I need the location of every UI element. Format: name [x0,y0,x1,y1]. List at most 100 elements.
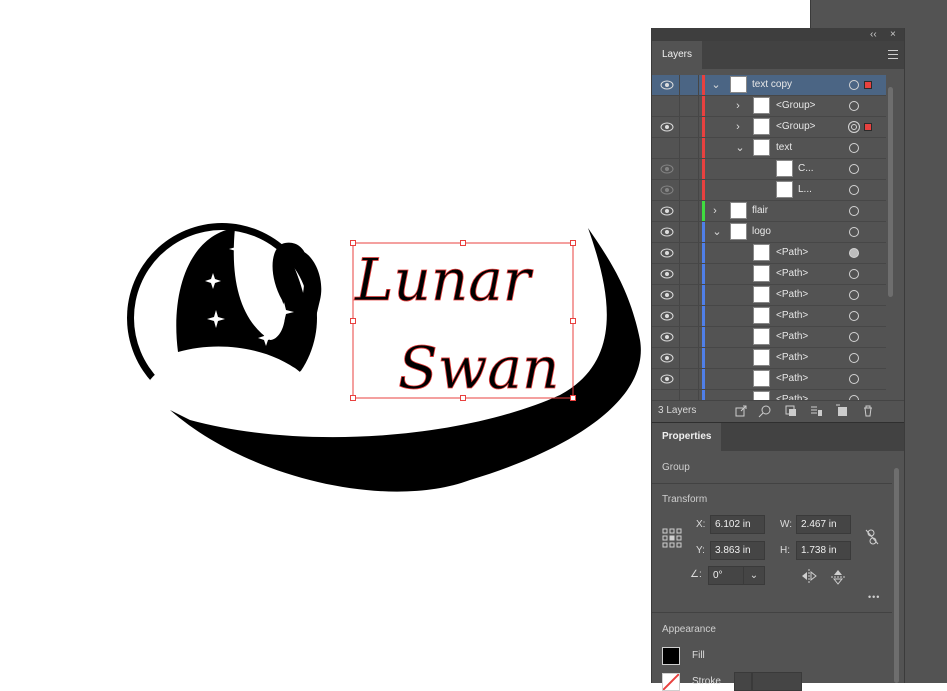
layer-row-text[interactable]: ⌄ text [652,138,886,159]
tab-properties[interactable]: Properties [652,423,722,451]
layer-row-path[interactable]: <Path> [652,369,886,390]
target-circle-icon[interactable] [849,101,859,111]
layer-name[interactable]: <Path> [776,369,808,389]
stroke-weight-field[interactable] [752,672,802,691]
target-circle-icon[interactable] [849,290,859,300]
layer-row-text-copy[interactable]: ⌄ text copy [652,75,886,96]
layer-name[interactable]: <Path> [776,327,808,347]
target-circle-icon[interactable] [849,206,859,216]
layer-name[interactable]: flair [752,201,768,221]
visibility-eye-icon[interactable] [660,332,674,342]
layer-name[interactable]: <Path> [776,243,808,263]
chevron-down-icon[interactable]: ⌄ [710,77,722,93]
layer-name[interactable]: logo [752,222,771,242]
reference-point-icon[interactable] [662,528,682,548]
collapse-panels-button[interactable]: ‹‹ [870,28,877,41]
layer-row-logo[interactable]: ⌄ logo [652,222,886,243]
target-circle-icon[interactable] [848,121,860,133]
layer-name[interactable]: L... [798,180,812,200]
w-field[interactable]: 2.467 in [796,515,851,534]
visibility-eye-icon[interactable] [660,290,674,300]
visibility-eye-icon[interactable] [660,353,674,363]
target-circle-icon[interactable] [849,374,859,384]
layer-row-path[interactable]: <Path> [652,243,886,264]
more-options-button[interactable]: ••• [868,592,880,602]
selection-indicator[interactable] [864,81,872,89]
flip-vertical-icon[interactable] [831,569,845,585]
layer-row-group[interactable]: › <Group> [652,96,886,117]
visibility-eye-icon[interactable] [660,122,674,132]
target-circle-icon[interactable] [849,269,859,279]
layer-name[interactable]: <Group> [776,96,815,116]
selection-indicator[interactable] [864,123,872,131]
visibility-eye-icon[interactable] [660,311,674,321]
chevron-right-icon[interactable]: › [732,98,744,114]
clipping-mask-icon[interactable] [784,404,798,418]
new-layer-icon[interactable] [835,404,849,418]
layer-name[interactable]: text [776,138,792,158]
layer-row-path[interactable]: <Path> [652,348,886,369]
artwork-title-line2[interactable]: Swan [398,334,560,403]
chevron-right-icon[interactable]: › [709,203,721,219]
layer-row-path[interactable]: <Path> [652,264,886,285]
y-field[interactable]: 3.863 in [710,541,765,560]
layer-name[interactable]: text copy [752,75,792,95]
x-field[interactable]: 6.102 in [710,515,765,534]
target-circle-icon[interactable] [849,353,859,363]
search-icon[interactable] [758,404,772,418]
h-field[interactable]: 1.738 in [796,541,851,560]
export-icon[interactable] [734,404,748,418]
visibility-eye-icon[interactable] [660,164,674,174]
chevron-down-icon[interactable]: ⌄ [734,140,746,156]
target-circle-icon[interactable] [849,143,859,153]
artwork-title-line1[interactable]: Lunar [354,246,535,315]
layer-row-group[interactable]: › <Group> [652,117,886,138]
stroke-swatch[interactable] [662,673,680,691]
layer-name[interactable]: <Path> [776,285,808,305]
new-sublayer-icon[interactable] [809,404,823,418]
layer-name[interactable]: C... [798,159,814,179]
target-circle-icon[interactable] [849,332,859,342]
chevron-right-icon[interactable]: › [732,119,744,135]
chevron-down-icon[interactable]: ⌄ [711,224,723,240]
tab-layers[interactable]: Layers [652,41,703,69]
layer-row-path[interactable]: <Path> [652,327,886,348]
trash-icon[interactable] [861,404,875,418]
layer-row-path[interactable]: <Path> [652,390,886,400]
visibility-eye-icon[interactable] [660,269,674,279]
stroke-weight-stepper[interactable] [734,672,752,691]
layer-name[interactable]: <Path> [776,264,808,284]
visibility-eye-icon[interactable] [660,248,674,258]
panel-menu-icon[interactable] [888,50,898,59]
layer-row-path[interactable]: <Path> [652,306,886,327]
target-circle-icon[interactable] [849,164,859,174]
visibility-eye-icon[interactable] [660,185,674,195]
layer-row-path[interactable]: <Path> [652,285,886,306]
layer-row-flair[interactable]: › flair [652,201,886,222]
rotate-field[interactable]: 0° ⌄ [708,566,765,585]
properties-scrollbar[interactable] [892,456,902,683]
target-circle-icon[interactable] [849,80,859,90]
layers-scrollbar[interactable] [886,75,896,400]
fill-swatch[interactable] [662,647,680,665]
layer-name[interactable]: <Path> [776,306,808,326]
layer-name[interactable]: <Path> [776,348,808,368]
target-circle-icon[interactable] [849,227,859,237]
artwork-canvas[interactable]: Lunar Swan [0,0,650,520]
visibility-eye-icon[interactable] [660,227,674,237]
layer-row-path[interactable]: C... [652,159,886,180]
layer-name[interactable]: <Path> [776,390,808,400]
layer-name[interactable]: <Group> [776,117,815,137]
layer-row-path[interactable]: L... [652,180,886,201]
constrain-proportions-icon[interactable] [864,528,880,546]
target-circle-icon[interactable] [849,311,859,321]
target-circle-icon[interactable] [849,185,859,195]
target-circle-icon[interactable] [849,248,859,258]
visibility-eye-icon[interactable] [660,206,674,216]
flip-horizontal-icon[interactable] [801,569,817,583]
chevron-down-icon[interactable]: ⌄ [743,567,764,584]
close-panel-button[interactable]: × [890,28,896,41]
layer-thumbnail [753,349,770,366]
visibility-eye-icon[interactable] [660,80,674,90]
visibility-eye-icon[interactable] [660,374,674,384]
